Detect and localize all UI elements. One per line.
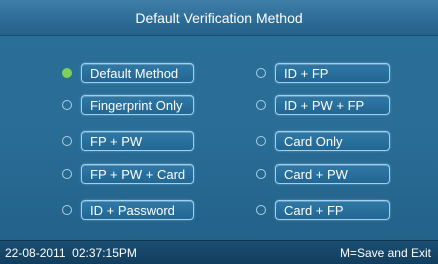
verification-method-screen: Default Verification Method Default Meth… xyxy=(0,0,438,264)
radio-icon[interactable] xyxy=(62,136,72,146)
option-label[interactable]: ID + FP xyxy=(275,63,390,83)
save-exit-hint: M=Save and Exit xyxy=(339,246,431,260)
radio-icon[interactable] xyxy=(256,136,266,146)
option-label[interactable]: ID + Password xyxy=(81,200,194,220)
page-title: Default Verification Method xyxy=(135,10,303,26)
radio-icon[interactable] xyxy=(256,68,266,78)
option-label[interactable]: Card Only xyxy=(275,131,390,151)
radio-icon[interactable] xyxy=(256,100,266,110)
status-bar: 22-08-2011 02:37:15PM M=Save and Exit xyxy=(0,240,438,264)
option-label[interactable]: Fingerprint Only xyxy=(81,95,194,115)
option-label[interactable]: ID + PW + FP xyxy=(275,95,390,115)
radio-selected-icon[interactable] xyxy=(62,68,72,78)
datetime-display: 22-08-2011 02:37:15PM xyxy=(5,246,137,260)
radio-icon[interactable] xyxy=(62,100,72,110)
option-label[interactable]: Default Method xyxy=(81,63,194,83)
option-label[interactable]: Card + FP xyxy=(275,200,390,220)
verification-options-list: Default Method Fingerprint Only FP + PW … xyxy=(0,36,438,236)
title-bar: Default Verification Method xyxy=(0,0,438,36)
option-label[interactable]: Card + PW xyxy=(275,164,390,184)
radio-icon[interactable] xyxy=(256,205,266,215)
radio-icon[interactable] xyxy=(256,169,266,179)
option-label[interactable]: FP + PW xyxy=(81,131,194,151)
option-label[interactable]: FP + PW + Card xyxy=(81,164,194,184)
radio-icon[interactable] xyxy=(62,205,72,215)
radio-icon[interactable] xyxy=(62,169,72,179)
